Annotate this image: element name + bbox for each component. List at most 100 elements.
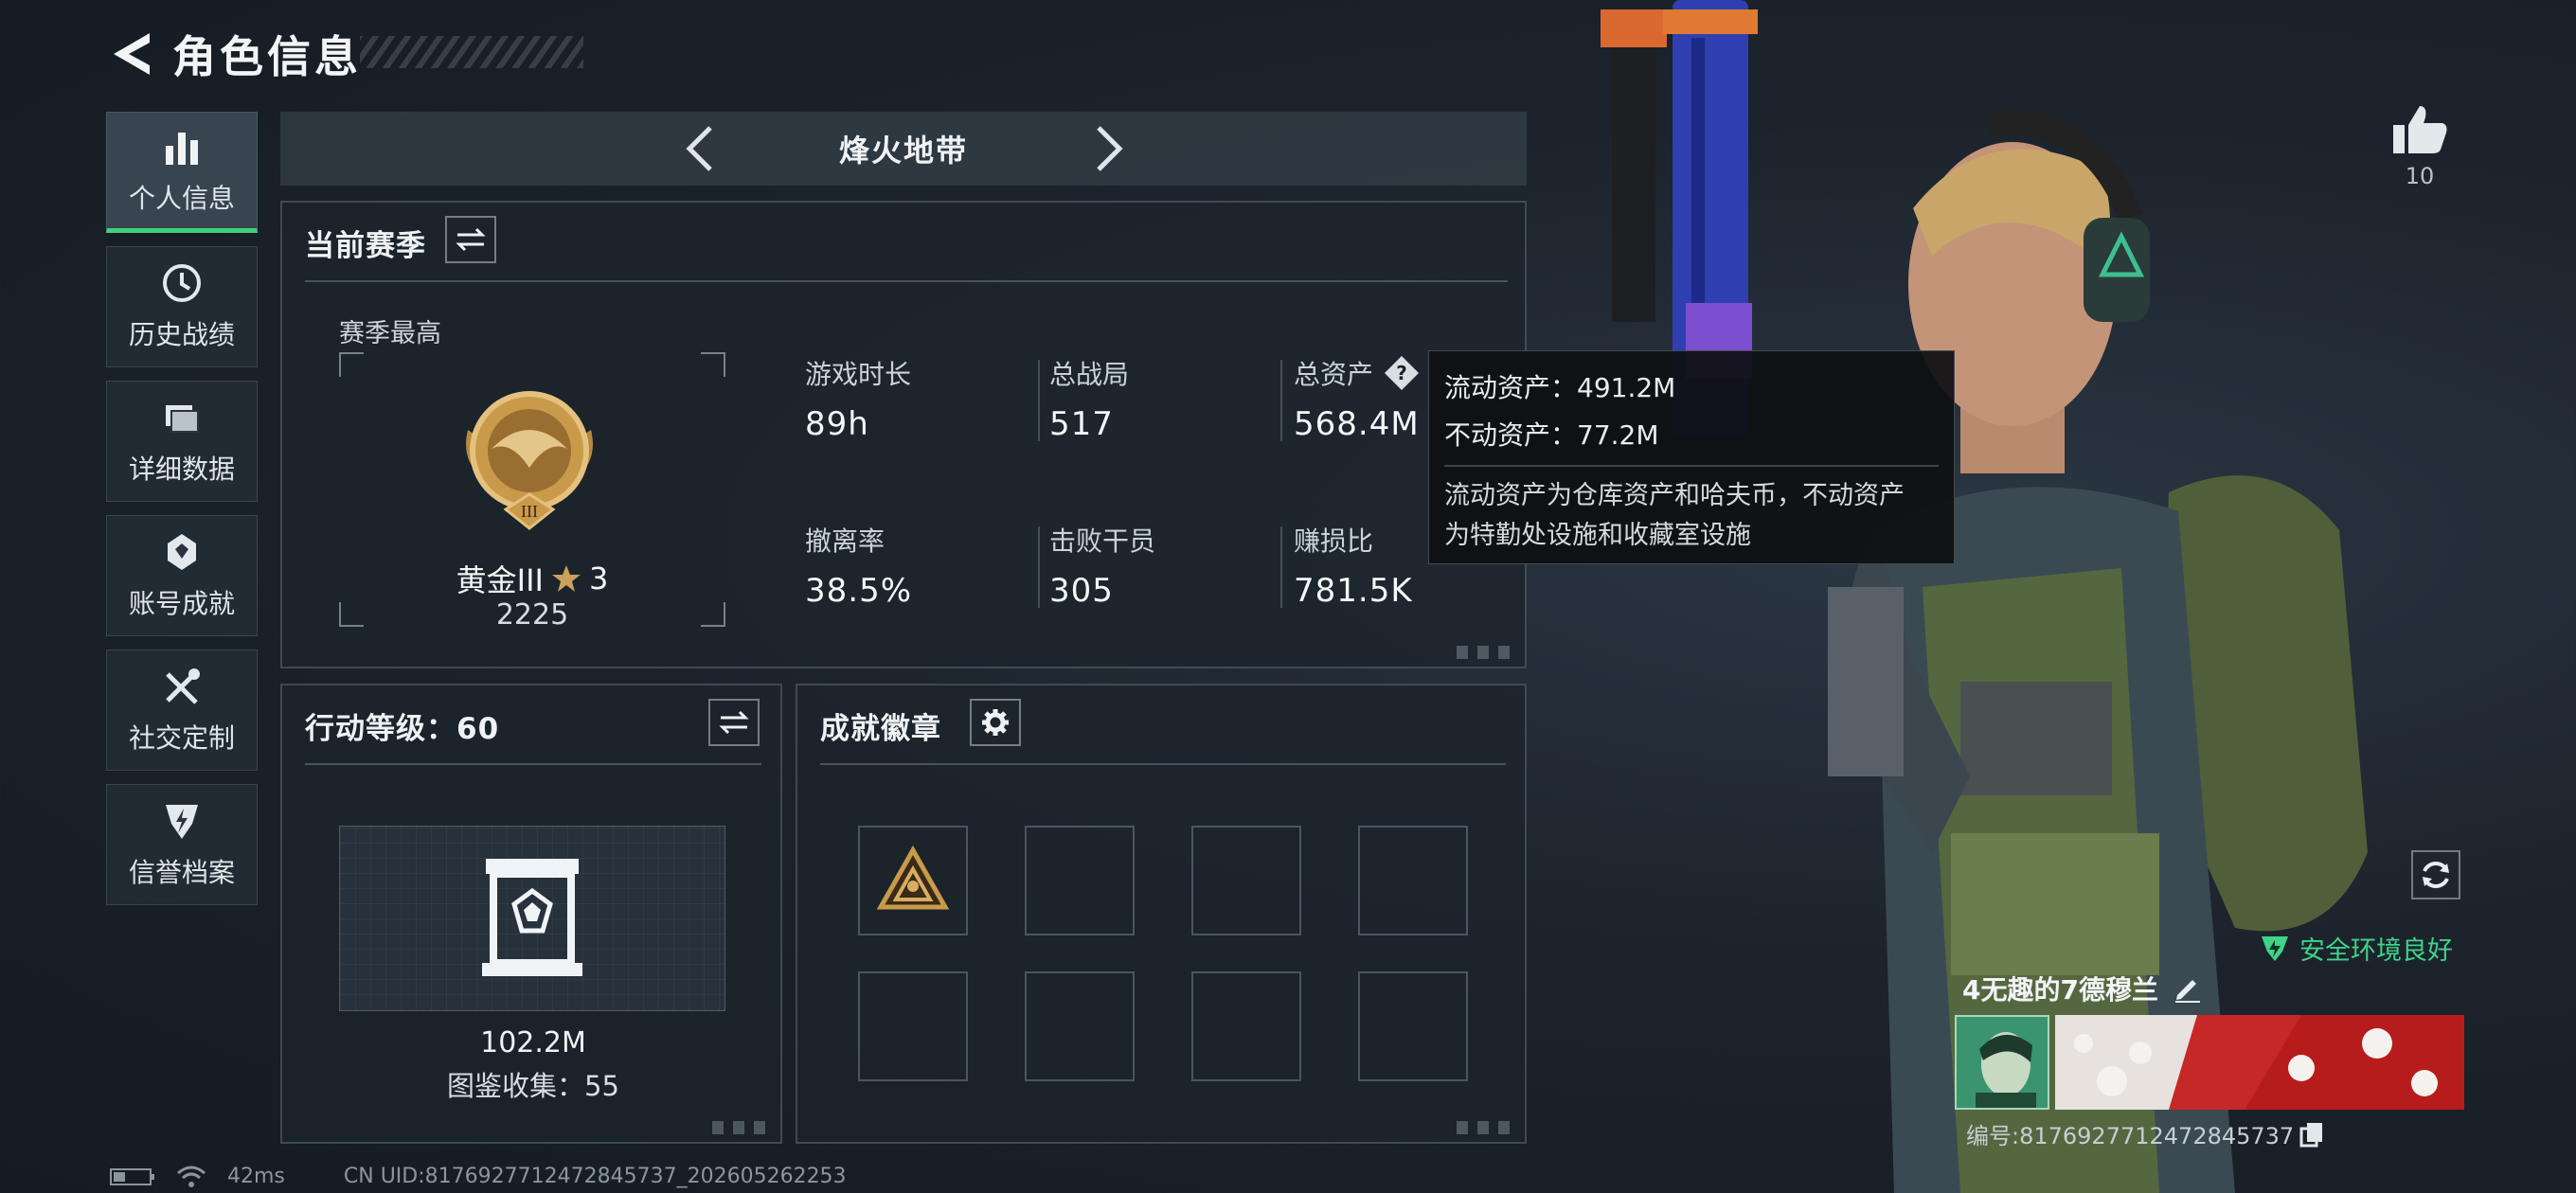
stat-label: 赚损比 [1294, 525, 1374, 557]
level-title: 行动等级：60 [305, 712, 500, 746]
season-switch-button[interactable] [445, 216, 496, 263]
uid-text: CN UID:8176927712472845737_202605262253 [343, 1165, 847, 1188]
stat-kills: 击败干员 305 [1049, 521, 1155, 610]
operator-character-art [1515, 0, 2481, 1193]
mode-title: 烽火地带 [838, 133, 968, 169]
rank-medal-icon: III [458, 383, 600, 538]
panel-corner-marks [1457, 646, 1517, 659]
collection-value: 102.2M [480, 1026, 586, 1059]
stat-value: 305 [1049, 572, 1114, 610]
mode-prev-button[interactable] [676, 119, 724, 178]
gear-icon [982, 709, 1009, 736]
sidebar-item-credit[interactable]: 信誉档案 [106, 784, 258, 905]
level-divider [305, 763, 761, 765]
badge-slot-3[interactable] [1191, 826, 1301, 935]
sidebar-item-social[interactable]: 社交定制 [106, 650, 258, 771]
stat-total-assets: 总资产 ? 568.4M [1294, 354, 1421, 443]
badge-slot-6[interactable] [1025, 971, 1135, 1081]
player-name-row: 4无趣的7德穆兰 [1962, 970, 2202, 1007]
panel-corner-marks [1457, 1121, 1517, 1134]
player-banner[interactable] [2055, 1015, 2464, 1110]
stat-playtime: 游戏时长 89h [805, 354, 911, 443]
safety-status-text: 安全环境良好 [2299, 936, 2453, 966]
rank-name: 黄金III [456, 562, 544, 598]
credit-icon [166, 805, 198, 839]
copy-icon[interactable] [2299, 1121, 2324, 1148]
badge-slot-8[interactable] [1358, 971, 1468, 1081]
sidebar-item-history[interactable]: 历史战绩 [106, 246, 258, 367]
star-icon [551, 565, 581, 592]
mode-selector: 烽火地带 [280, 112, 1527, 186]
tools-icon [166, 668, 200, 704]
avatar[interactable] [1955, 1015, 2049, 1110]
history-icon [163, 264, 201, 302]
sidebar-item-details[interactable]: 详细数据 [106, 381, 258, 502]
page-title: 角色信息 [172, 31, 362, 82]
stat-separator [1038, 526, 1040, 608]
badges-title: 成就徽章 [820, 712, 941, 746]
svg-text:III: III [521, 502, 538, 521]
help-icon[interactable]: ? [1383, 354, 1421, 392]
stat-value: 89h [805, 405, 869, 443]
badge-panel: 成就徽章 [796, 684, 1527, 1144]
header: 角色信息 [104, 21, 362, 87]
player-id-row: 编号:8176927712472845737 [1966, 1117, 2324, 1150]
swap-icon [719, 710, 749, 735]
badge-slot-7[interactable] [1191, 971, 1301, 1081]
battery-icon [110, 1167, 154, 1185]
badge-slot-1[interactable] [858, 826, 968, 935]
stat-label: 击败干员 [1049, 525, 1156, 557]
triangle-badge-icon [876, 845, 950, 910]
assets-tooltip: 流动资产：491.2M 不动资产：77.2M 流动资产为仓库资产和哈夫币，不动资… [1428, 350, 1955, 564]
badge-divider [820, 763, 1506, 765]
safety-status: 安全环境良好 [2260, 930, 2453, 967]
back-arrow-icon [114, 33, 150, 75]
badge-settings-button[interactable] [970, 699, 1021, 746]
title-decoration [360, 36, 583, 68]
stat-value: 781.5K [1294, 572, 1413, 610]
stat-profit-ratio: 赚损比 781.5K [1294, 521, 1413, 610]
season-panel: 当前赛季 赛季最高 III 黄金III 3 2225 游戏时长 89h 总战局 [280, 201, 1527, 668]
panel-corner-marks [712, 1121, 773, 1134]
stat-separator [1280, 526, 1282, 608]
badge-slot-2[interactable] [1025, 826, 1135, 935]
sidebar-item-label: 详细数据 [128, 454, 235, 485]
edit-icon[interactable] [2174, 974, 2202, 1003]
like-widget[interactable]: 10 [2368, 102, 2472, 189]
svg-text:?: ? [1396, 362, 1407, 384]
tooltip-desc-line-2: 为特勤处设施和收藏室设施 [1444, 521, 1751, 550]
chevron-right-icon [1097, 126, 1123, 171]
shield-icon [2262, 935, 2288, 961]
mode-next-button[interactable] [1085, 119, 1133, 178]
refresh-button[interactable] [2411, 850, 2460, 899]
chevron-left-icon [686, 126, 712, 171]
thumbs-up-icon [2393, 106, 2447, 153]
rank-name-row: 黄金III 3 [339, 557, 725, 600]
stat-value: 517 [1049, 405, 1114, 443]
stat-extract-rate: 撤离率 38.5% [805, 521, 912, 610]
sidebar-item-label: 个人信息 [128, 183, 235, 214]
tooltip-liquid-assets: 流动资产：491.2M [1444, 372, 1676, 403]
player-name: 4无趣的7德穆兰 [1962, 974, 2158, 1006]
back-button[interactable] [104, 27, 157, 80]
wifi-icon [177, 1166, 206, 1187]
sidebar-item-personal-info[interactable]: 个人信息 [106, 112, 258, 233]
folder-icon [166, 405, 199, 433]
badge-slot-5[interactable] [858, 971, 968, 1081]
collection-display[interactable] [339, 826, 725, 1011]
badge-slot-4[interactable] [1358, 826, 1468, 935]
stat-total-matches: 总战局 517 [1049, 354, 1129, 443]
stat-label: 总战局 [1049, 359, 1130, 390]
status-bar: 42ms CN UID:8176927712472845737_20260526… [110, 1165, 847, 1188]
stat-separator [1280, 360, 1282, 441]
ping-value: 42ms [227, 1165, 285, 1188]
sidebar-item-achievements[interactable]: 账号成就 [106, 515, 258, 636]
achievement-icon [168, 534, 196, 570]
level-switch-button[interactable] [708, 699, 760, 746]
season-divider [305, 280, 1508, 282]
stat-label: 总资产 [1294, 359, 1374, 390]
collection-showcase-icon [482, 859, 582, 976]
stat-value: 568.4M [1294, 405, 1420, 443]
rank-stars: 3 [588, 561, 609, 596]
season-best-label: 赛季最高 [339, 319, 441, 348]
